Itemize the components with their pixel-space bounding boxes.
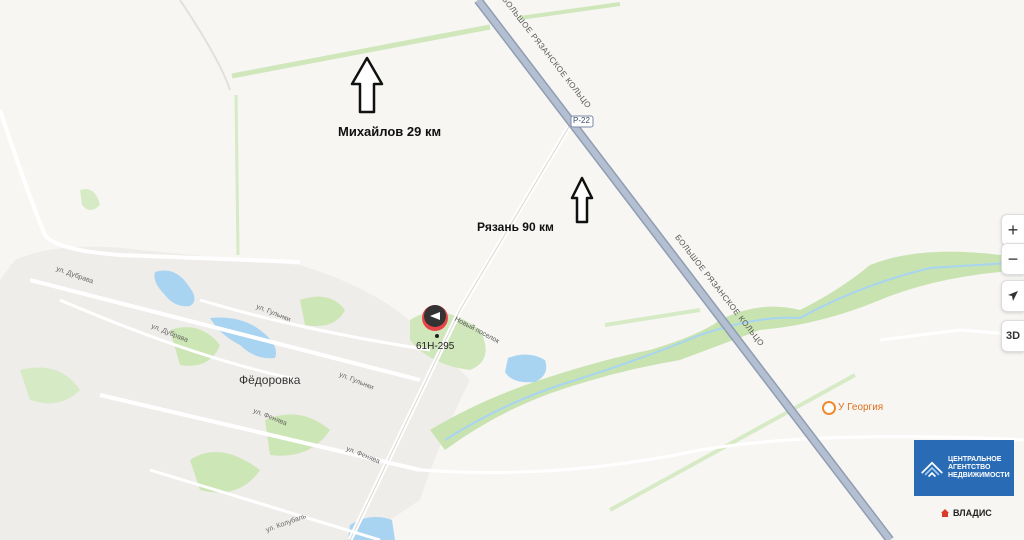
zoom-in-button[interactable]: + xyxy=(1001,214,1024,246)
home-icon xyxy=(941,509,949,517)
agency-name: ЦЕНТРАЛЬНОЕ АГЕНТСТВО НЕДВИЖИМОСТИ xyxy=(948,456,1010,479)
poi-label[interactable]: У Георгия xyxy=(838,402,883,413)
map-base xyxy=(0,0,1024,540)
location-arrow-icon xyxy=(1008,291,1018,301)
map-canvas[interactable]: БОЛЬШОЕ РЯЗАНСКОЕ КОЛЬЦО БОЛЬШОЕ РЯЗАНСК… xyxy=(0,0,1024,540)
locate-button[interactable] xyxy=(1001,280,1024,312)
annotation-mikhailov: Михайлов 29 км xyxy=(338,124,442,139)
vladis-label: ВЛАДИС xyxy=(953,508,992,518)
annotation-ryazan: Рязань 90 км xyxy=(477,220,554,234)
route-badge: Р-22 xyxy=(573,116,590,125)
agency-logo: ЦЕНТРАЛЬНОЕ АГЕНТСТВО НЕДВИЖИМОСТИ xyxy=(914,440,1014,496)
village-label[interactable]: Фёдоровка xyxy=(239,373,300,387)
marker-label[interactable]: 61Н-295 xyxy=(416,341,454,352)
vladis-brand: ВЛАДИС xyxy=(940,508,992,518)
zoom-out-button[interactable]: − xyxy=(1001,243,1024,275)
3d-button[interactable]: 3D xyxy=(1001,320,1024,352)
agency-emblem-icon xyxy=(921,461,943,478)
